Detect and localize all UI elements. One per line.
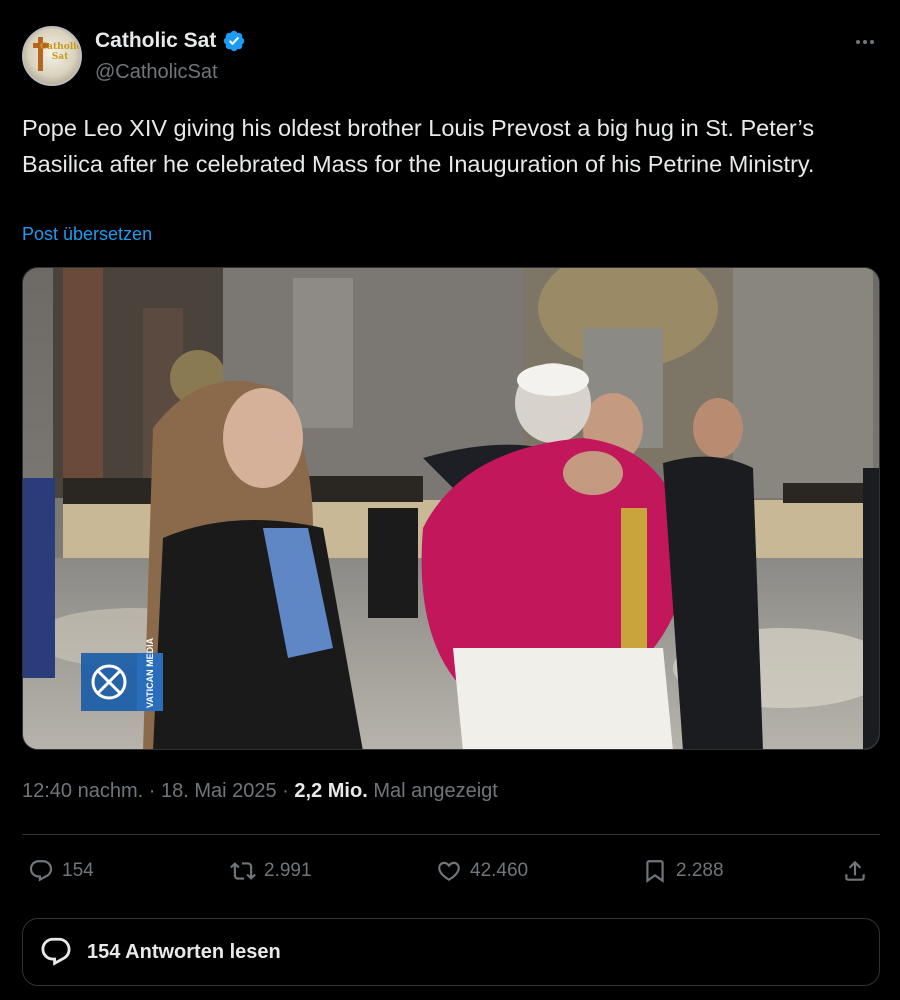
- tweet-meta: 12:40 nachm. · 18. Mai 2025 · 2,2 Mio. M…: [22, 780, 498, 803]
- author-name[interactable]: Catholic Sat: [95, 29, 216, 53]
- tweet-text: Pope Leo XIV giving his oldest brother L…: [22, 115, 815, 177]
- share-button[interactable]: [842, 850, 868, 892]
- reply-count: 154: [62, 860, 94, 881]
- author-name-row: Catholic Sat: [95, 29, 246, 53]
- tweet-time[interactable]: 12:40 nachm.: [22, 780, 143, 802]
- meta-separator: ·: [143, 780, 161, 802]
- basilica-photo: VATICAN MEDIA: [23, 268, 879, 749]
- action-bar: 154 2.991 42.460 2.288: [22, 850, 880, 892]
- bookmark-icon: [646, 860, 664, 883]
- reply-icon: [29, 860, 53, 882]
- meta-separator-2: ·: [276, 780, 295, 802]
- repost-button[interactable]: 2.991: [230, 850, 312, 892]
- tweet-photo[interactable]: VATICAN MEDIA: [22, 267, 880, 750]
- tweet-header: Catholic Sat Catholic Sat @CatholicSat: [22, 26, 880, 90]
- tweet-date[interactable]: 18. Mai 2025: [161, 780, 277, 802]
- share-icon: [845, 860, 865, 881]
- avatar-logo-text: Catholic Sat: [40, 42, 82, 62]
- divider: [22, 834, 880, 835]
- repost-icon: [230, 862, 256, 880]
- like-button[interactable]: 42.460: [436, 850, 528, 892]
- vatican-media-watermark: VATICAN MEDIA: [145, 637, 155, 708]
- more-options-icon[interactable]: [850, 32, 880, 52]
- conversation-icon: [41, 937, 71, 966]
- views-label: Mal angezeigt: [373, 780, 498, 802]
- avatar[interactable]: Catholic Sat: [22, 26, 82, 86]
- like-count: 42.460: [470, 860, 529, 881]
- read-replies-button[interactable]: 154 Antworten lesen: [22, 918, 880, 986]
- author-handle[interactable]: @CatholicSat: [95, 61, 218, 84]
- views-count: 2,2 Mio.: [294, 780, 368, 802]
- bookmark-button[interactable]: 2.288: [642, 850, 724, 892]
- heart-icon: [438, 861, 460, 881]
- verified-badge-icon: [224, 30, 245, 52]
- reply-button[interactable]: 154: [28, 850, 94, 892]
- repost-count: 2.991: [264, 860, 312, 881]
- bookmark-count: 2.288: [676, 860, 724, 881]
- read-replies-label: 154 Antworten lesen: [87, 940, 281, 963]
- translate-link[interactable]: Post übersetzen: [22, 224, 152, 245]
